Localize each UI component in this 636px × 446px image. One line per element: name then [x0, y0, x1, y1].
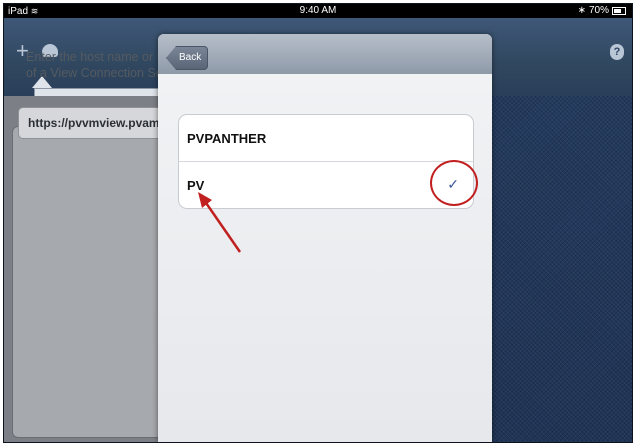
battery-percent: 70% — [588, 5, 609, 16]
help-icon[interactable]: ? — [610, 44, 624, 60]
host-prompt-text: Enter the host name or IP of a View Conn… — [26, 50, 168, 80]
list-item-label: PVPANTHER — [187, 131, 267, 146]
add-server-panel — [4, 96, 165, 442]
back-button[interactable]: Back — [166, 46, 209, 70]
list-item-pvpanther[interactable]: PVPANTHER — [179, 115, 473, 162]
status-time: 9:40 AM — [299, 5, 337, 16]
server-url-value[interactable]: https://pvvmview.pvamu. — [28, 116, 164, 130]
annotation-arrow-icon — [198, 192, 242, 253]
popover-header: Back — [158, 34, 492, 74]
bluetooth-icon: ∗ — [577, 5, 586, 16]
status-bar: iPad ≋ 9:40 AM ∗ 70% — [4, 4, 632, 18]
server-form-card — [12, 126, 165, 438]
list-item-label: PV — [187, 178, 205, 193]
ipad-screen: iPad ≋ 9:40 AM ∗ 70% + ? Enter the host … — [4, 4, 632, 442]
battery-icon — [612, 7, 626, 15]
status-right: ∗ 70% — [578, 4, 626, 18]
highlight-circle — [430, 160, 478, 206]
